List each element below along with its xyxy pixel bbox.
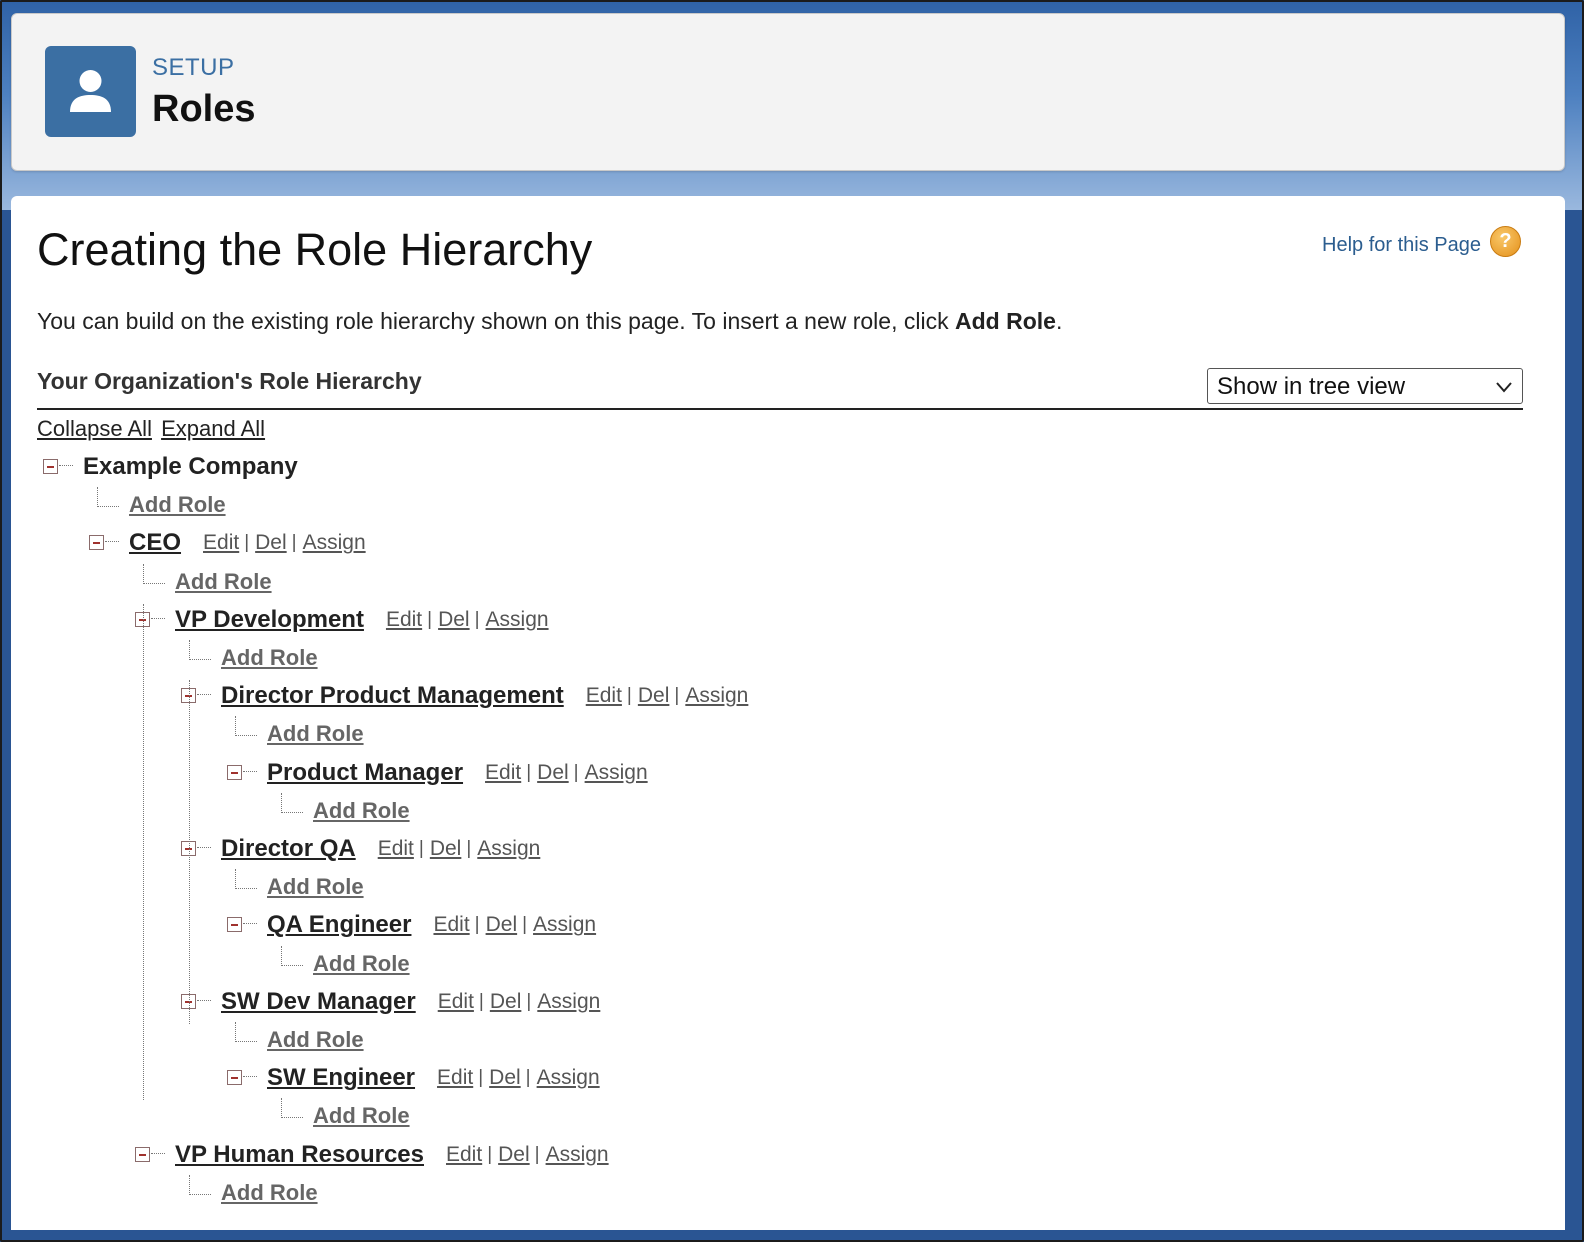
window-frame (0, 0, 1584, 1242)
